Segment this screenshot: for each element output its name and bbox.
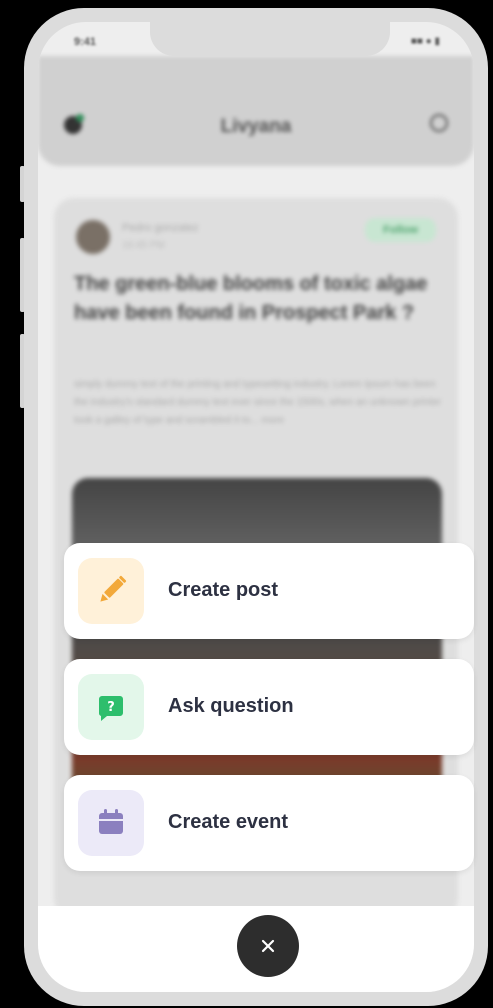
app-header: Livyana: [38, 56, 474, 166]
search-icon: [430, 114, 448, 132]
avatar: [76, 220, 110, 254]
create-post-icon-box: [78, 558, 144, 624]
calendar-icon: [99, 809, 123, 834]
ask-question-icon-box: ?: [78, 674, 144, 740]
app-title: Livyana: [220, 116, 292, 137]
question-chat-icon: ?: [98, 696, 123, 721]
post-time: 16:45 PM: [122, 240, 165, 251]
svg-text:?: ?: [107, 700, 115, 715]
ask-question-button[interactable]: ? Ask question: [64, 659, 474, 755]
status-icons: ■■ ● ▮: [410, 36, 440, 47]
ask-question-label: Ask question: [168, 695, 294, 717]
notch: [150, 22, 390, 56]
create-event-icon-box: [78, 790, 144, 856]
post-body: simply dummy text of the printing and ty…: [74, 379, 442, 426]
create-post-label: Create post: [168, 579, 279, 601]
create-post-button[interactable]: Create post: [64, 543, 474, 639]
close-icon: [261, 939, 275, 953]
create-event-label: Create event: [168, 811, 289, 833]
post-title: The green-blue blooms of toxic algae hav…: [74, 273, 428, 324]
create-event-button[interactable]: Create event: [64, 775, 474, 871]
pencil-icon: [100, 575, 127, 602]
author-name: Pedro gonzalez: [122, 222, 199, 234]
follow-button: Follow: [365, 218, 436, 242]
status-time: 9:41: [74, 36, 97, 48]
post-image: [72, 478, 442, 808]
close-button[interactable]: [237, 915, 299, 977]
